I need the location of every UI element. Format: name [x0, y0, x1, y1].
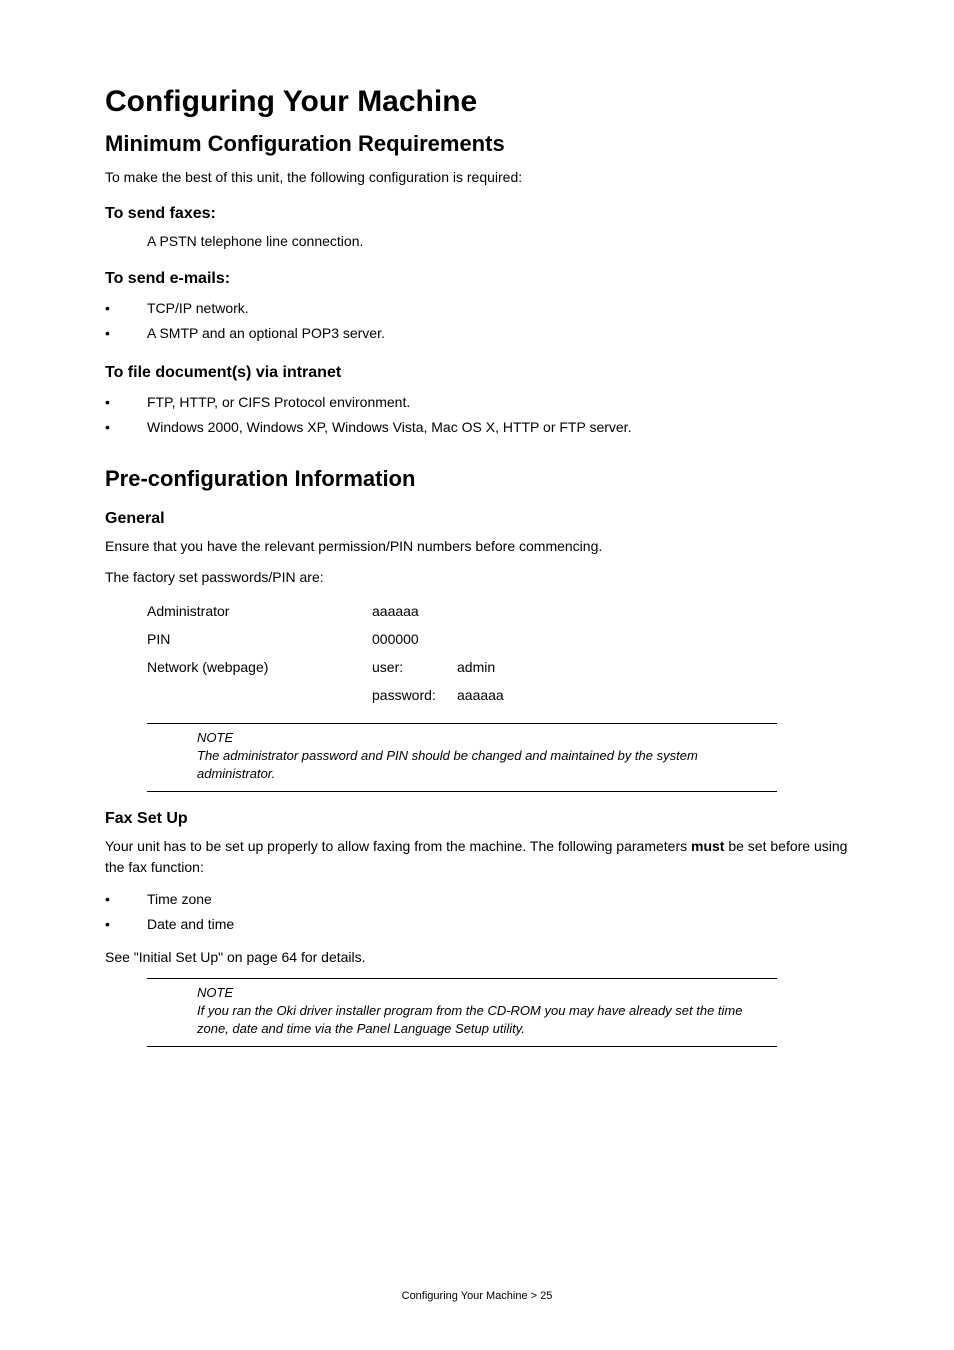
note-body: If you ran the Oki driver installer prog… — [197, 1002, 769, 1038]
page-title: Configuring Your Machine — [105, 85, 849, 119]
note-title: NOTE — [197, 985, 769, 1000]
note-body: The administrator password and PIN shoul… — [197, 747, 769, 783]
list-item: Windows 2000, Windows XP, Windows Vista,… — [105, 415, 849, 440]
cred-network-pass-key: password: — [372, 681, 457, 709]
cred-row-pin: PIN 000000 — [147, 625, 849, 653]
cred-network-pass-value: aaaaaa — [457, 681, 504, 709]
general-factory-text: The factory set passwords/PIN are: — [105, 567, 849, 587]
list-item: A SMTP and an optional POP3 server. — [105, 321, 849, 346]
subheading-general: General — [105, 510, 849, 528]
list-item: Time zone — [105, 887, 849, 912]
file-document-list: FTP, HTTP, or CIFS Protocol environment.… — [105, 390, 849, 440]
fax-p1-pre: Your unit has to be set up properly to a… — [105, 838, 691, 854]
fax-see-reference: See "Initial Set Up" on page 64 for deta… — [105, 947, 849, 967]
document-page: Configuring Your Machine Minimum Configu… — [0, 0, 954, 1350]
fax-p1-bold: must — [691, 838, 724, 854]
page-footer: Configuring Your Machine > 25 — [0, 1290, 954, 1302]
send-emails-list: TCP/IP network. A SMTP and an optional P… — [105, 296, 849, 346]
cred-network-user-key: user: — [372, 653, 457, 681]
subheading-send-faxes: To send faxes: — [105, 205, 849, 223]
cred-admin-value: aaaaaa — [372, 597, 457, 625]
note-block-general: NOTE The administrator password and PIN … — [147, 723, 777, 792]
credentials-block: Administrator aaaaaa PIN 000000 Network … — [147, 597, 849, 709]
cred-network-user-value: admin — [457, 653, 495, 681]
fax-params-list: Time zone Date and time — [105, 887, 849, 937]
cred-row-network-user: Network (webpage) user: admin — [147, 653, 849, 681]
general-permission-text: Ensure that you have the relevant permis… — [105, 536, 849, 556]
list-item: Date and time — [105, 912, 849, 937]
min-config-intro: To make the best of this unit, the follo… — [105, 167, 849, 187]
list-item: TCP/IP network. — [105, 296, 849, 321]
list-item: FTP, HTTP, or CIFS Protocol environment. — [105, 390, 849, 415]
section-heading-min-config: Minimum Configuration Requirements — [105, 131, 849, 157]
send-faxes-line: A PSTN telephone line connection. — [147, 231, 849, 251]
cred-pin-value: 000000 — [372, 625, 457, 653]
note-title: NOTE — [197, 730, 769, 745]
cred-row-admin: Administrator aaaaaa — [147, 597, 849, 625]
note-block-fax: NOTE If you ran the Oki driver installer… — [147, 978, 777, 1047]
cred-row-network-pass: password: aaaaaa — [147, 681, 849, 709]
subheading-send-emails: To send e-mails: — [105, 270, 849, 288]
section-heading-preconfig: Pre-configuration Information — [105, 466, 849, 492]
fax-setup-intro: Your unit has to be set up properly to a… — [105, 836, 849, 877]
cred-network-label: Network (webpage) — [147, 653, 372, 681]
cred-admin-label: Administrator — [147, 597, 372, 625]
subheading-file-document: To file document(s) via intranet — [105, 364, 849, 382]
cred-pin-label: PIN — [147, 625, 372, 653]
subheading-fax-setup: Fax Set Up — [105, 810, 849, 828]
